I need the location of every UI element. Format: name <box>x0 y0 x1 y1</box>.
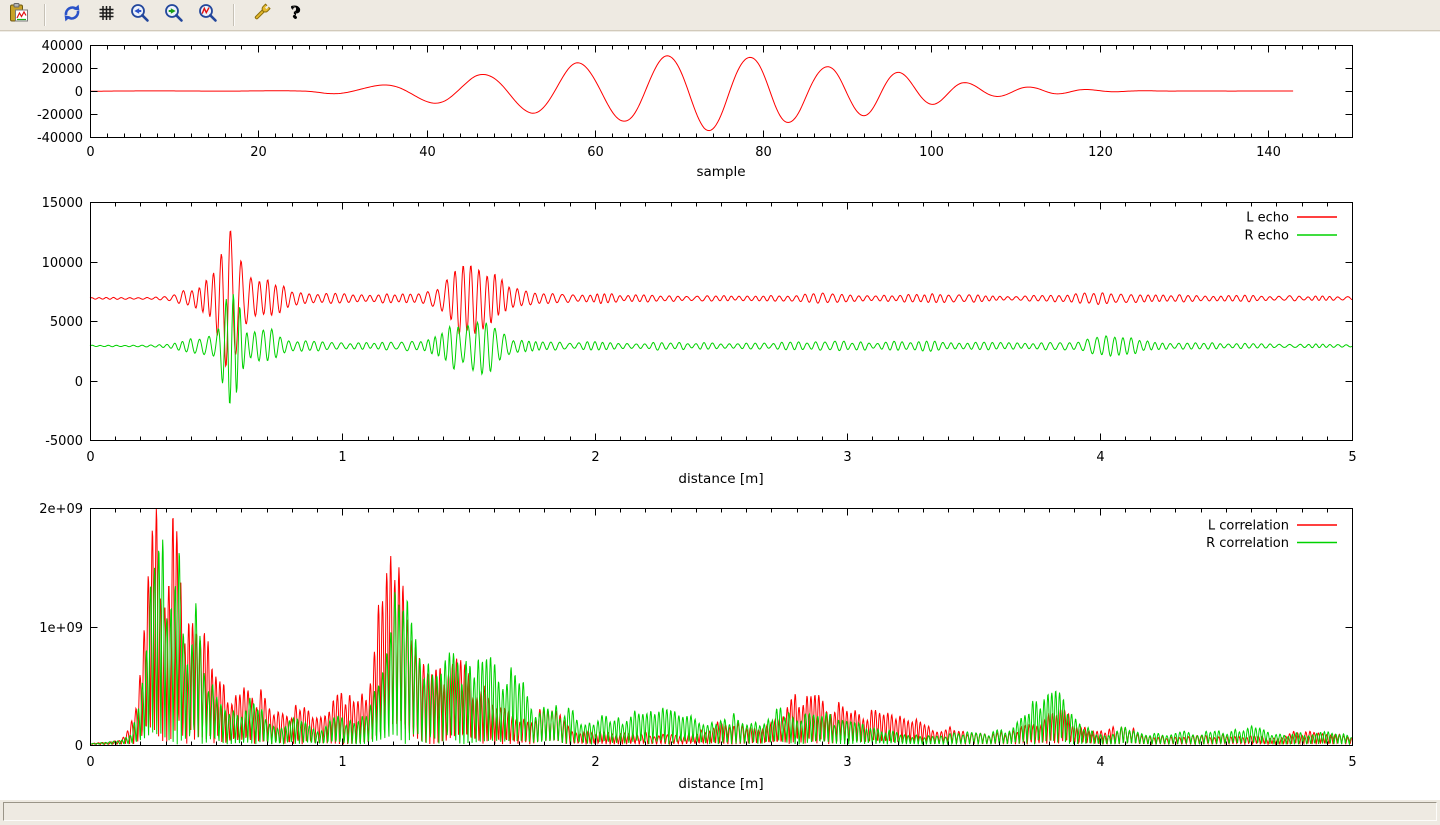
y-tick-label: 40000 <box>42 39 83 54</box>
series-sample-line <box>90 56 1293 131</box>
series-l-echo-line <box>90 231 1352 366</box>
y-tick-label: -5000 <box>45 434 83 449</box>
statusbar <box>0 800 1440 825</box>
toolbar-separator <box>44 4 46 26</box>
x-tick-label: 120 <box>1088 145 1113 160</box>
help-button[interactable]: ?? <box>281 2 308 29</box>
x-tick-label: 60 <box>587 145 604 160</box>
x-tick-label: 1 <box>338 450 346 465</box>
autoscale-button[interactable] <box>194 2 221 29</box>
copy-plot-button[interactable] <box>5 2 32 29</box>
zoom-previous-button[interactable] <box>126 2 153 29</box>
y-tick-label: 5000 <box>50 315 83 330</box>
y-tick-label: 0 <box>75 85 83 100</box>
y-tick-label: -40000 <box>37 131 83 146</box>
toolbar: ?? <box>0 0 1440 31</box>
x-axis-label: distance [m] <box>678 471 763 487</box>
x-tick-label: 5 <box>1348 450 1356 465</box>
x-tick-label: 0 <box>86 450 94 465</box>
svg-text:?: ? <box>290 3 300 23</box>
x-tick-label: 20 <box>250 145 267 160</box>
x-tick-label: 2 <box>591 450 599 465</box>
x-tick-label: 5 <box>1348 755 1356 770</box>
x-tick-label: 100 <box>919 145 944 160</box>
zoom-next-icon <box>163 2 185 28</box>
series-l-correlation-line <box>90 509 1352 744</box>
x-tick-label: 40 <box>419 145 436 160</box>
autoscale-icon <box>197 2 219 28</box>
legend-label: R echo <box>1244 229 1289 244</box>
y-tick-label: 2e+09 <box>39 502 83 517</box>
plot-canvas[interactable]: 02040608010012014040000200000-20000-4000… <box>0 32 1440 800</box>
x-axis-label: distance [m] <box>678 776 763 792</box>
x-tick-label: 80 <box>755 145 772 160</box>
zoom-previous-icon <box>129 2 151 28</box>
x-tick-label: 4 <box>1096 450 1104 465</box>
y-tick-label: 1e+09 <box>39 621 83 636</box>
legend-label: L correlation <box>1208 519 1289 534</box>
grid-button[interactable] <box>92 2 119 29</box>
y-tick-label: 0 <box>75 375 83 390</box>
x-axis-label: sample <box>696 164 745 180</box>
x-tick-label: 3 <box>843 450 851 465</box>
y-tick-label: 10000 <box>42 256 83 271</box>
grid-icon <box>95 2 117 28</box>
chart-sample-waveform: 0 20 40 60 80 100 120 140 40000 20000 0 -20000 -4000… <box>37 39 1353 180</box>
plots-svg[interactable]: 02040608010012014040000200000-20000-4000… <box>0 32 1440 800</box>
x-tick-label: 2 <box>591 755 599 770</box>
x-tick-label: 4 <box>1096 755 1104 770</box>
legend-label: R correlation <box>1206 536 1289 551</box>
x-tick-label: 0 <box>86 755 94 770</box>
x-tick-label: 0 <box>86 145 94 160</box>
config-icon <box>250 2 272 28</box>
y-tick-label: -20000 <box>37 108 83 123</box>
x-tick-label: 140 <box>1256 145 1281 160</box>
y-tick-label: 0 <box>75 739 83 754</box>
x-tick-label: 1 <box>338 755 346 770</box>
copy-plot-icon <box>8 2 30 28</box>
replot-icon <box>61 2 83 28</box>
statusbar-field <box>3 802 1437 821</box>
y-tick-label: 15000 <box>42 196 83 211</box>
replot-button[interactable] <box>58 2 85 29</box>
gnuplot-window: ?? 02040608010012014040000200000-20000-4… <box>0 0 1440 825</box>
plot-border <box>91 509 1353 746</box>
chart-echo-waveforms: 012345150001000050000-5000distance [m]L … <box>42 196 1357 487</box>
help-icon: ?? <box>284 2 306 28</box>
y-tick-label: 20000 <box>42 62 83 77</box>
zoom-next-button[interactable] <box>160 2 187 29</box>
plot-border <box>91 203 1353 441</box>
config-button[interactable] <box>247 2 274 29</box>
series-r-correlation-line <box>90 540 1352 745</box>
chart-correlation: 0 1 2 3 4 5 2e+09 1e+09 0 distance [m] L correlati… <box>39 502 1356 792</box>
legend-label: L echo <box>1246 211 1289 226</box>
x-tick-label: 3 <box>843 755 851 770</box>
toolbar-separator <box>233 4 235 26</box>
